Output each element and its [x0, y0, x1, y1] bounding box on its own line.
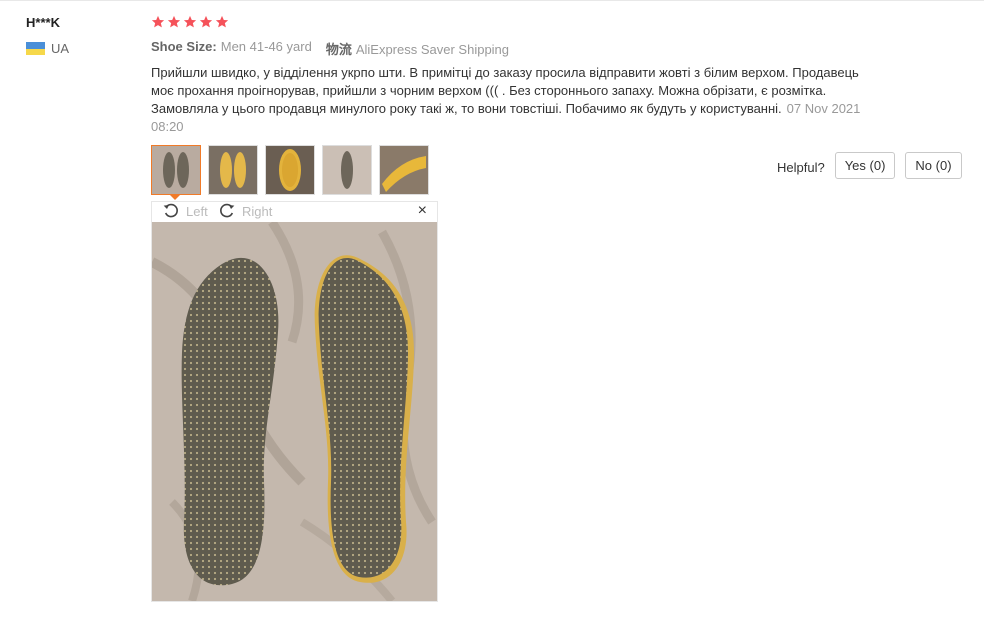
star-icon: [151, 15, 165, 28]
photo-thumbnails: [151, 145, 436, 195]
review-meta: Shoe Size: Men 41-46 yard 物流 AliExpress Sa…: [151, 39, 523, 58]
helpful-yes-button[interactable]: Yes (0): [834, 152, 896, 179]
review-body: Прийшли швидко, у відділення укрпо шти. …: [151, 65, 859, 116]
rotate-right-icon: [220, 203, 235, 218]
top-divider: [0, 0, 984, 1]
star-icon: [215, 15, 229, 28]
star-icon: [183, 15, 197, 28]
star-rating: [151, 15, 231, 29]
size-label: Shoe Size:: [151, 39, 217, 54]
active-thumbnail-caret: [169, 194, 181, 200]
rotate-right-button[interactable]: Right: [218, 203, 272, 219]
helpful-question: Helpful?: [777, 160, 825, 175]
rotate-left-button[interactable]: Left: [162, 203, 208, 219]
helpful-no-button[interactable]: No (0): [905, 152, 962, 179]
thumbnail-4[interactable]: [322, 145, 372, 195]
thumbnail-1[interactable]: [151, 145, 201, 195]
rotate-left-label: Left: [186, 203, 208, 219]
reviewer-name: H***K: [26, 15, 60, 30]
viewer-toolbar: Left Right ×: [152, 202, 437, 222]
thumbnail-2[interactable]: [208, 145, 258, 195]
shipping-label: 物流: [325, 42, 352, 57]
photo-viewer: Left Right ×: [151, 201, 438, 602]
rotate-right-label: Right: [242, 203, 273, 219]
rotate-left-icon: [163, 203, 178, 218]
thumbnail-5[interactable]: [379, 145, 429, 195]
close-viewer-button[interactable]: ×: [418, 202, 427, 220]
star-icon: [167, 15, 181, 28]
size-value: Men 41-46 yard: [220, 39, 312, 54]
country-code: UA: [51, 41, 70, 56]
thumbnail-3[interactable]: [265, 145, 315, 195]
helpful-section: Helpful? Yes (0) No (0): [777, 152, 972, 179]
review-text: Прийшли швидко, у відділення укрпо шти. …: [151, 64, 871, 136]
reviewer-country: UA: [26, 41, 69, 56]
star-icon: [199, 15, 213, 28]
ukraine-flag-icon: [26, 42, 45, 55]
shipping-value: AliExpress Saver Shipping: [355, 42, 510, 57]
insoles-photo: [152, 222, 437, 601]
